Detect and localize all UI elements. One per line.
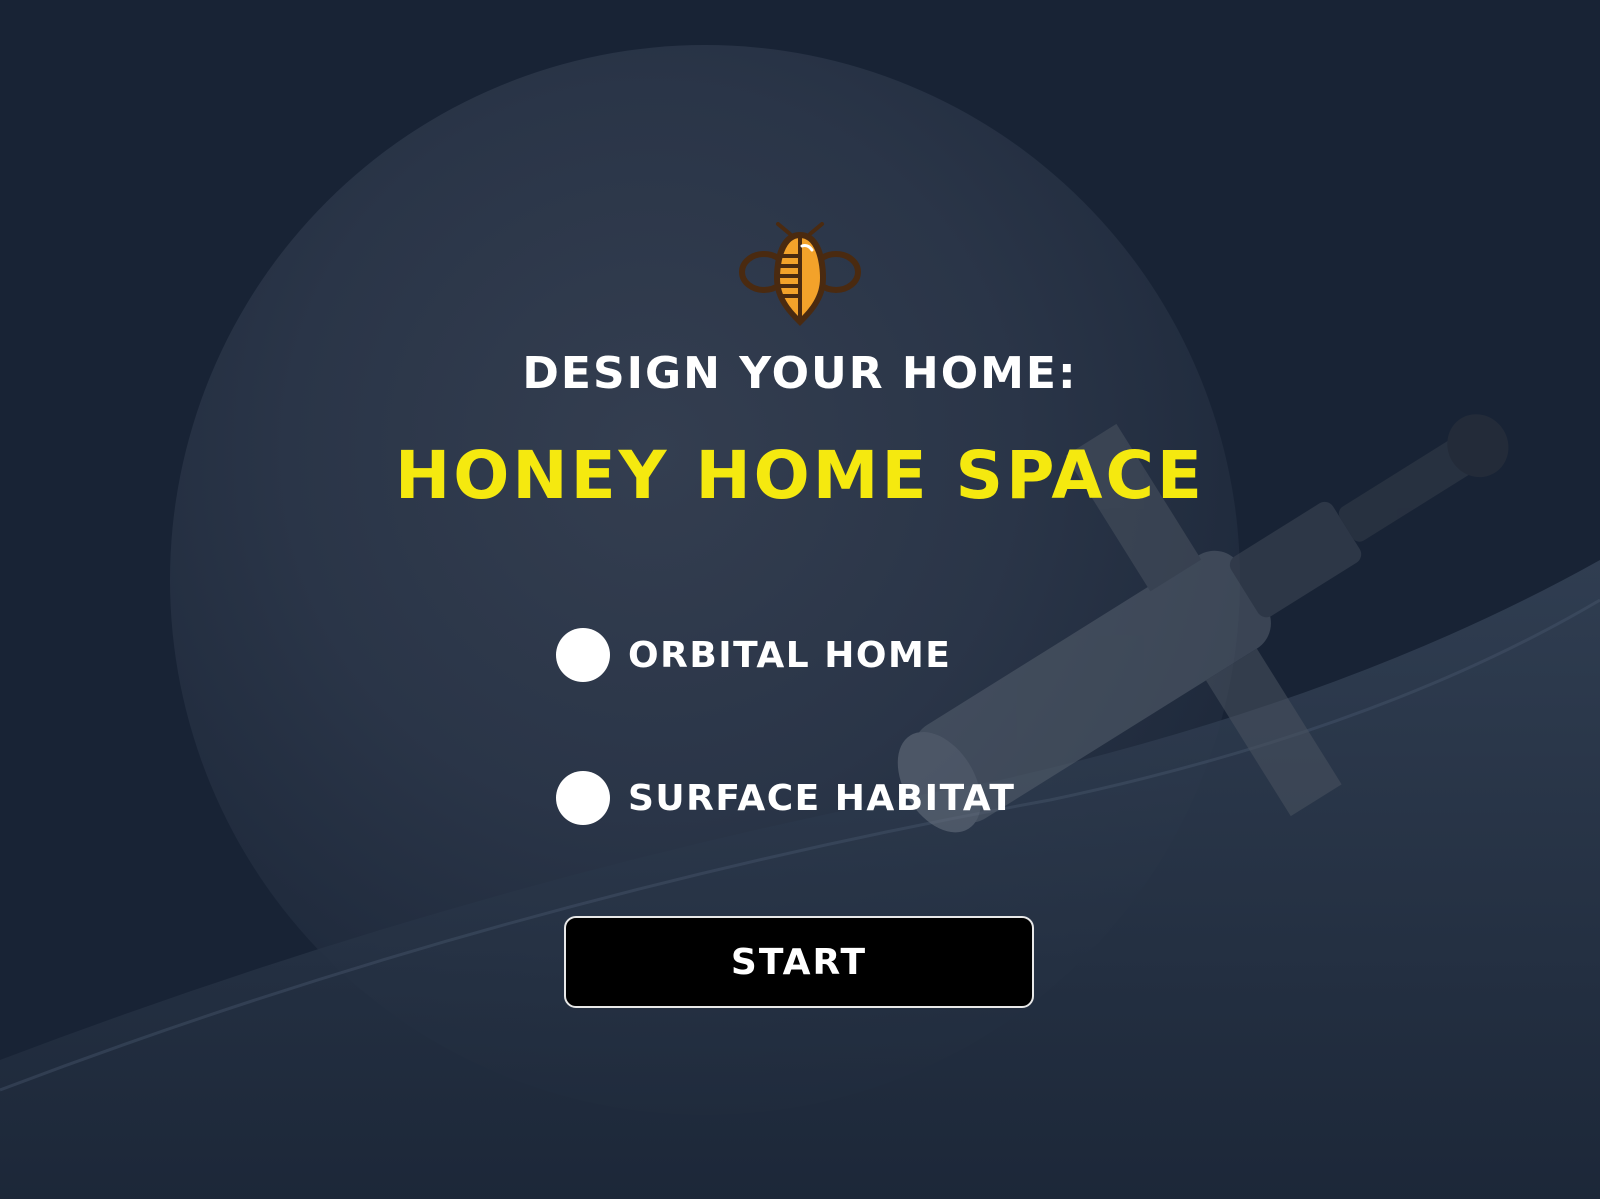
option-orbital-home[interactable]: ORBITAL HOME xyxy=(556,625,951,685)
orbital-home-label: ORBITAL HOME xyxy=(628,634,952,676)
orbital-home-radio[interactable] xyxy=(556,628,610,682)
start-button[interactable]: START xyxy=(564,916,1034,1008)
page-title: HONEY HOME SPACE xyxy=(395,437,1205,514)
page-subtitle: DESIGN YOUR HOME: xyxy=(522,348,1078,399)
bee-icon xyxy=(739,222,861,326)
start-panel: DESIGN YOUR HOME: HONEY HOME SPACE ORBIT… xyxy=(0,0,1600,1199)
surface-habitat-label: SURFACE HABITAT xyxy=(628,777,1016,819)
app-screen: DESIGN YOUR HOME: HONEY HOME SPACE ORBIT… xyxy=(0,0,1600,1199)
option-surface-habitat[interactable]: SURFACE HABITAT xyxy=(556,768,1015,828)
surface-habitat-radio[interactable] xyxy=(556,771,610,825)
